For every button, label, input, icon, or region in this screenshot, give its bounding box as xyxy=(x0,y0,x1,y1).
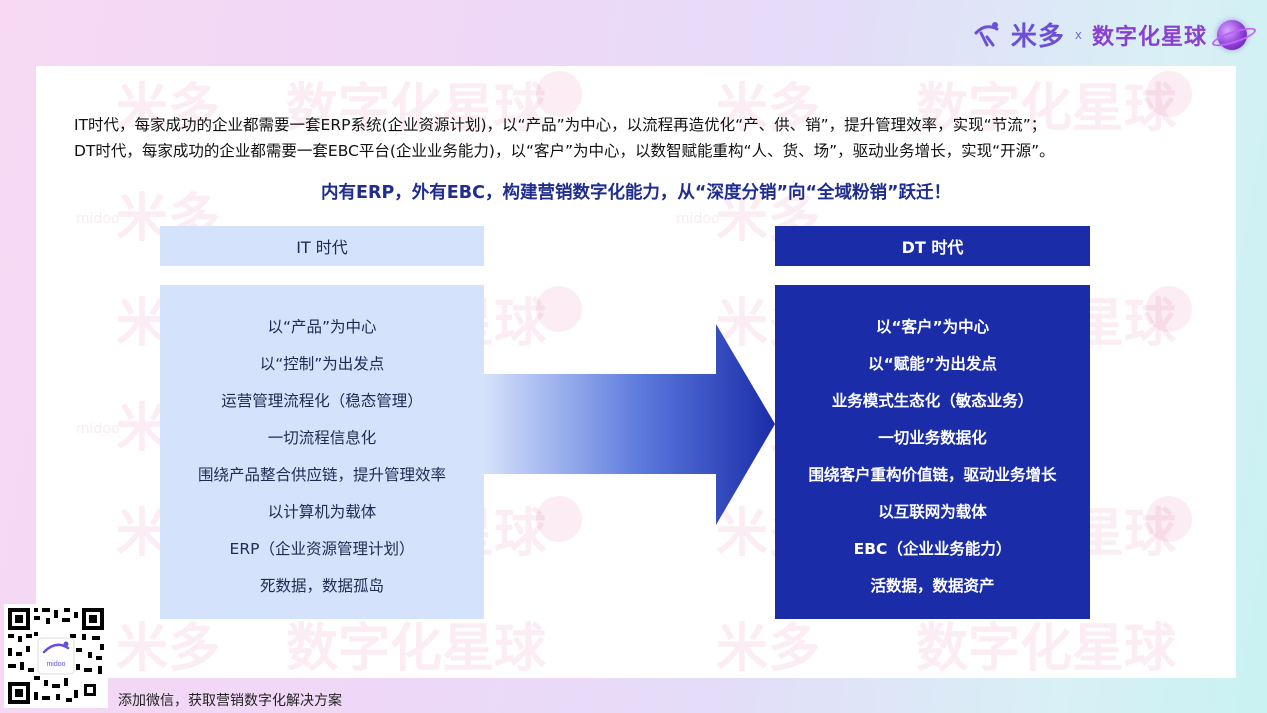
brand-header: 米多 x 数字化星球 xyxy=(973,16,1247,53)
it-era-panel: 以“产品”为中心 以“控制”为出发点 运营管理流程化（稳态管理） 一切流程信息化… xyxy=(160,285,484,619)
watermark-planet xyxy=(1146,286,1192,332)
watermark-sub: midoo xyxy=(76,211,120,227)
it-item: 以“产品”为中心 xyxy=(267,318,377,336)
it-item: 死数据，数据孤岛 xyxy=(259,577,384,595)
watermark-planet xyxy=(1146,71,1192,117)
dt-item: 以“客户”为中心 xyxy=(875,318,990,336)
dt-item: 以“赋能”为出发点 xyxy=(868,355,997,373)
dt-item: 业务模式生态化（敏态业务） xyxy=(831,392,1034,410)
qr-caption: 添加微信，获取营销数字化解决方案 xyxy=(118,693,342,709)
dt-item: 以互联网为载体 xyxy=(878,503,987,521)
intro-line-it: IT时代，每家成功的企业都需要一套ERP系统(企业资源计划)，以“产品”为中心，… xyxy=(74,116,1047,134)
it-item: 以“控制”为出发点 xyxy=(259,355,385,373)
dt-item: 一切业务数据化 xyxy=(878,429,987,447)
dt-item: 活数据，数据资产 xyxy=(870,577,995,595)
watermark-planet xyxy=(1146,496,1192,542)
it-item: ERP（企业资源管理计划） xyxy=(229,540,415,558)
qr-code-graphic: midoo xyxy=(4,604,108,708)
intro-line-dt: DT时代，每家成功的企业都需要一套EBC平台(企业业务能力)，以“客户”为中心，… xyxy=(74,142,1055,160)
dt-item: EBC（企业业务能力） xyxy=(853,540,1012,558)
dt-item: 围绕客户重构价值链，驱动业务增长 xyxy=(808,466,1057,484)
brand-planet-text: 数字化星球 xyxy=(1091,24,1207,50)
qr-center-label: midoo xyxy=(46,661,65,668)
headline: 内有ERP，外有EBC，构建营销数字化能力，从“深度分销”向“全域粉销”跃迁！ xyxy=(321,183,951,203)
content-card: 米多 数字化星球 米多 数字化星球 米多 midoo 米多 midoo 米多 数… xyxy=(36,66,1236,678)
planet-icon xyxy=(1217,19,1247,50)
it-item: 运营管理流程化（稳态管理） xyxy=(221,392,423,410)
brand-separator: x xyxy=(1074,27,1082,42)
it-era-header: IT 时代 xyxy=(160,226,484,266)
watermark-planet xyxy=(536,71,582,117)
it-item: 以计算机为载体 xyxy=(267,503,377,521)
right-arrow-icon xyxy=(484,324,775,525)
dt-era-panel: 以“客户”为中心 以“赋能”为出发点 业务模式生态化（敏态业务） 一切业务数据化… xyxy=(775,285,1090,619)
dt-era-header: DT 时代 xyxy=(775,226,1090,266)
it-item: 围绕产品整合供应链，提升管理效率 xyxy=(197,466,446,484)
midoo-logo-icon xyxy=(974,21,999,46)
watermark-sub: midoo xyxy=(676,211,720,227)
intro-paragraph: IT时代，每家成功的企业都需要一套ERP系统(企业资源计划)，以“产品”为中心，… xyxy=(74,112,1224,164)
brand-logo-text: 米多 xyxy=(1010,22,1065,52)
watermark-sub: midoo xyxy=(76,421,120,437)
qr-code-icon[interactable]: midoo xyxy=(4,604,108,708)
it-item: 一切流程信息化 xyxy=(267,429,377,447)
